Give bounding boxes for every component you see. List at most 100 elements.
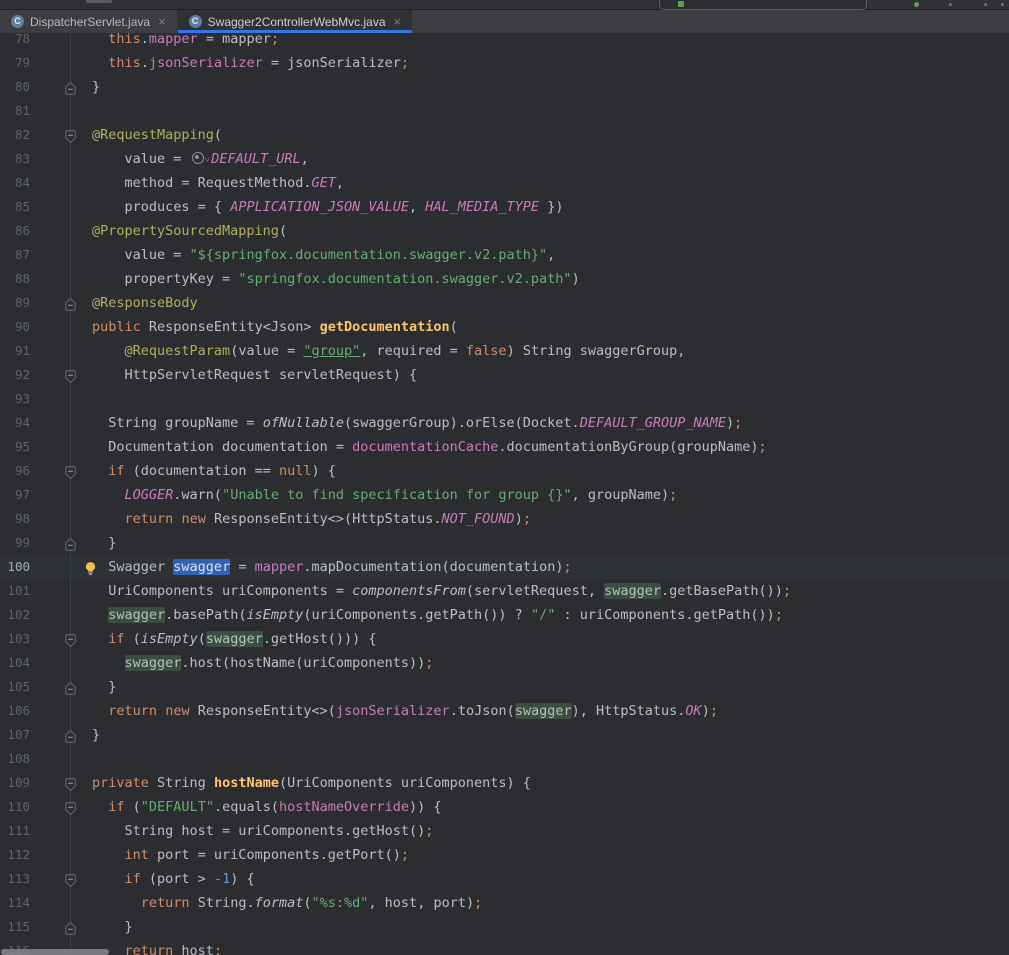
code-line-101[interactable]: 101 UriComponents uriComponents = compon… [0,579,1009,603]
code-text[interactable]: propertyKey = "springfox.documentation.s… [0,267,1009,291]
code-line-91[interactable]: 91 @RequestParam(value = "group", requir… [0,339,1009,363]
line-number[interactable]: 106 [0,699,30,723]
code-line-86[interactable]: 86@PropertySourcedMapping( [0,219,1009,243]
line-number[interactable]: 97 [0,483,30,507]
line-number[interactable]: 103 [0,627,30,651]
code-text[interactable]: String host = uriComponents.getHost(); [0,819,1009,843]
code-line-99[interactable]: 99 } [0,531,1009,555]
code-line-87[interactable]: 87 value = "${springfox.documentation.sw… [0,243,1009,267]
code-line-79[interactable]: 79 this.jsonSerializer = jsonSerializer; [0,51,1009,75]
fold-start-icon[interactable] [63,632,78,647]
code-text[interactable]: produces = { APPLICATION_JSON_VALUE, HAL… [0,195,1009,219]
line-number[interactable]: 99 [0,531,30,555]
code-text[interactable]: Swagger swagger = mapper.mapDocumentatio… [0,555,1009,579]
gray-dot-3[interactable] [1001,3,1004,6]
line-number[interactable]: 101 [0,579,30,603]
search-input[interactable] [659,0,867,10]
line-number[interactable]: 100 [0,555,30,579]
fold-end-icon[interactable] [63,920,78,935]
code-text[interactable]: if (documentation == null) { [0,459,1009,483]
line-number[interactable]: 89 [0,291,30,315]
code-text[interactable]: return new ResponseEntity<>(jsonSerializ… [0,699,1009,723]
code-text[interactable]: if (port > -1) { [0,867,1009,891]
code-line-113[interactable]: 113 if (port > -1) { [0,867,1009,891]
code-text[interactable]: } [0,675,1009,699]
code-line-82[interactable]: 82@RequestMapping( [0,123,1009,147]
code-line-81[interactable]: 81 [0,99,1009,123]
close-icon[interactable]: × [158,15,166,28]
code-line-84[interactable]: 84 method = RequestMethod.GET, [0,171,1009,195]
code-text[interactable]: } [0,915,1009,939]
chevron-down-icon[interactable]: ˅ [205,155,211,166]
line-number[interactable]: 95 [0,435,30,459]
gray-dot-2[interactable] [984,3,987,6]
line-number[interactable]: 107 [0,723,30,747]
line-number[interactable]: 92 [0,363,30,387]
fold-start-icon[interactable] [63,128,78,143]
line-number[interactable]: 96 [0,459,30,483]
code-line-104[interactable]: 104 swagger.host(hostName(uriComponents)… [0,651,1009,675]
code-line-98[interactable]: 98 return new ResponseEntity<>(HttpStatu… [0,507,1009,531]
line-number[interactable]: 105 [0,675,30,699]
code-line-93[interactable]: 93 [0,387,1009,411]
code-text[interactable]: public ResponseEntity<Json> getDocumenta… [0,315,1009,339]
code-line-102[interactable]: 102 swagger.basePath(isEmpty(uriComponen… [0,603,1009,627]
code-text[interactable]: this.mapper = mapper; [0,33,1009,51]
fold-start-icon[interactable] [63,776,78,791]
code-text[interactable]: if ("DEFAULT".equals(hostNameOverride)) … [0,795,1009,819]
line-number[interactable]: 113 [0,867,30,891]
line-number[interactable]: 94 [0,411,30,435]
constant-origin-icon[interactable] [192,152,204,164]
code-text[interactable]: } [0,723,1009,747]
code-text[interactable]: Documentation documentation = documentat… [0,435,1009,459]
code-text[interactable]: return host; [0,939,1009,955]
code-text[interactable]: swagger.basePath(isEmpty(uriComponents.g… [0,603,1009,627]
code-text[interactable]: int port = uriComponents.getPort(); [0,843,1009,867]
code-text[interactable]: HttpServletRequest servletRequest) { [0,363,1009,387]
code-line-111[interactable]: 111 String host = uriComponents.getHost(… [0,819,1009,843]
code-text[interactable]: swagger.host(hostName(uriComponents)); [0,651,1009,675]
code-text[interactable]: UriComponents uriComponents = components… [0,579,1009,603]
line-number[interactable]: 83 [0,147,30,171]
fold-end-icon[interactable] [63,728,78,743]
code-line-105[interactable]: 105 } [0,675,1009,699]
code-text[interactable]: String groupName = ofNullable(swaggerGro… [0,411,1009,435]
line-number[interactable]: 98 [0,507,30,531]
line-number[interactable]: 91 [0,339,30,363]
code-line-103[interactable]: 103 if (isEmpty(swagger.getHost())) { [0,627,1009,651]
run-config-icon[interactable] [678,1,684,7]
code-line-112[interactable]: 112 int port = uriComponents.getPort(); [0,843,1009,867]
code-text[interactable]: } [0,531,1009,555]
code-line-89[interactable]: 89@ResponseBody [0,291,1009,315]
code-line-108[interactable]: 108 [0,747,1009,771]
code-line-80[interactable]: 80} [0,75,1009,99]
code-line-96[interactable]: 96 if (documentation == null) { [0,459,1009,483]
fold-end-icon[interactable] [63,80,78,95]
code-text[interactable]: this.jsonSerializer = jsonSerializer; [0,51,1009,75]
code-line-107[interactable]: 107} [0,723,1009,747]
code-line-110[interactable]: 110 if ("DEFAULT".equals(hostNameOverrid… [0,795,1009,819]
fold-end-icon[interactable] [63,680,78,695]
code-line-95[interactable]: 95 Documentation documentation = documen… [0,435,1009,459]
intention-bulb-icon[interactable] [83,560,98,575]
line-number[interactable]: 78 [0,33,30,51]
code-line-97[interactable]: 97 LOGGER.warn("Unable to find specifica… [0,483,1009,507]
code-line-92[interactable]: 92 HttpServletRequest servletRequest) { [0,363,1009,387]
status-green-dot[interactable] [914,2,919,7]
code-text[interactable]: value = ˅DEFAULT_URL, [0,147,1009,173]
code-line-88[interactable]: 88 propertyKey = "springfox.documentatio… [0,267,1009,291]
fold-start-icon[interactable] [63,464,78,479]
tab-dispatcherservlet[interactable]: C DispatcherServlet.java × [0,10,178,33]
line-number[interactable]: 86 [0,219,30,243]
line-number[interactable]: 81 [0,99,30,123]
code-text[interactable]: @PropertySourcedMapping( [0,219,1009,243]
line-number[interactable]: 109 [0,771,30,795]
line-number[interactable]: 111 [0,819,30,843]
code-text[interactable]: @ResponseBody [0,291,1009,315]
code-line-78[interactable]: 78 this.mapper = mapper; [0,33,1009,51]
code-line-83[interactable]: 83 value = ˅DEFAULT_URL, [0,147,1009,171]
line-number[interactable]: 90 [0,315,30,339]
fold-start-icon[interactable] [63,368,78,383]
code-line-90[interactable]: 90public ResponseEntity<Json> getDocumen… [0,315,1009,339]
editor[interactable]: 78 this.mapper = mapper;79 this.jsonSeri… [0,33,1009,955]
